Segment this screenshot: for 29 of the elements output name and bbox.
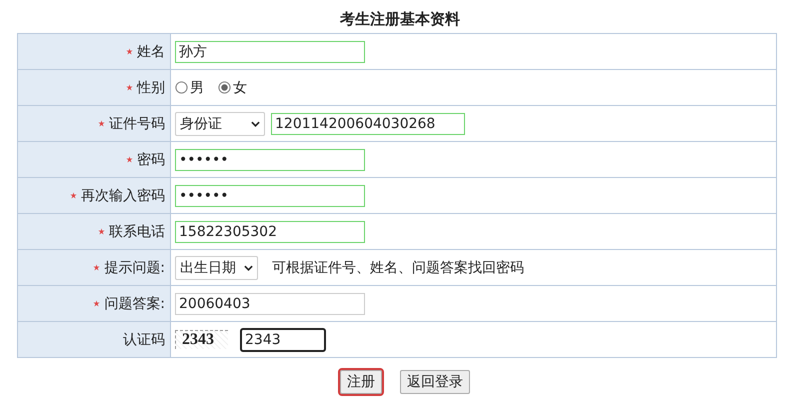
field-label: 性别	[137, 78, 165, 96]
hint-text: 可根据证件号、姓名、问题答案找回密码	[272, 258, 524, 276]
form-title: 考生注册基本资料	[338, 9, 461, 30]
field-label: 再次输入密码	[81, 186, 165, 204]
field-label: 问题答案:	[104, 294, 165, 312]
form-button[interactable]: 注册	[340, 370, 382, 394]
input-field[interactable]: 15822305302	[175, 220, 365, 242]
radio-icon[interactable]	[175, 81, 188, 94]
input-field[interactable]: 120114200604030268	[271, 112, 465, 134]
field-label: 认证码	[123, 330, 165, 348]
captcha-input[interactable]: 2343	[240, 328, 326, 352]
radio-option[interactable]: 男	[175, 78, 204, 96]
form-button[interactable]: 返回登录	[400, 370, 470, 394]
input-field[interactable]: ••••••	[175, 184, 365, 206]
captcha-code: 2343	[175, 330, 228, 349]
input-field[interactable]: ••••••	[175, 148, 365, 170]
select-field[interactable]: 出生日期	[175, 256, 258, 280]
input-field[interactable]: 20060403	[175, 292, 365, 314]
radio-option[interactable]: 女	[218, 78, 247, 96]
field-label: 证件号码	[109, 114, 165, 132]
chevron-icon	[251, 120, 260, 126]
input-field[interactable]: 孙方	[175, 40, 365, 62]
field-label: 姓名	[137, 42, 165, 60]
chevron-icon	[244, 264, 253, 270]
field-label: 提示问题:	[104, 258, 165, 276]
select-field[interactable]: 身份证	[175, 112, 265, 136]
field-label: 密码	[137, 150, 165, 168]
radio-icon[interactable]	[218, 81, 231, 94]
field-label: 联系电话	[109, 222, 165, 240]
